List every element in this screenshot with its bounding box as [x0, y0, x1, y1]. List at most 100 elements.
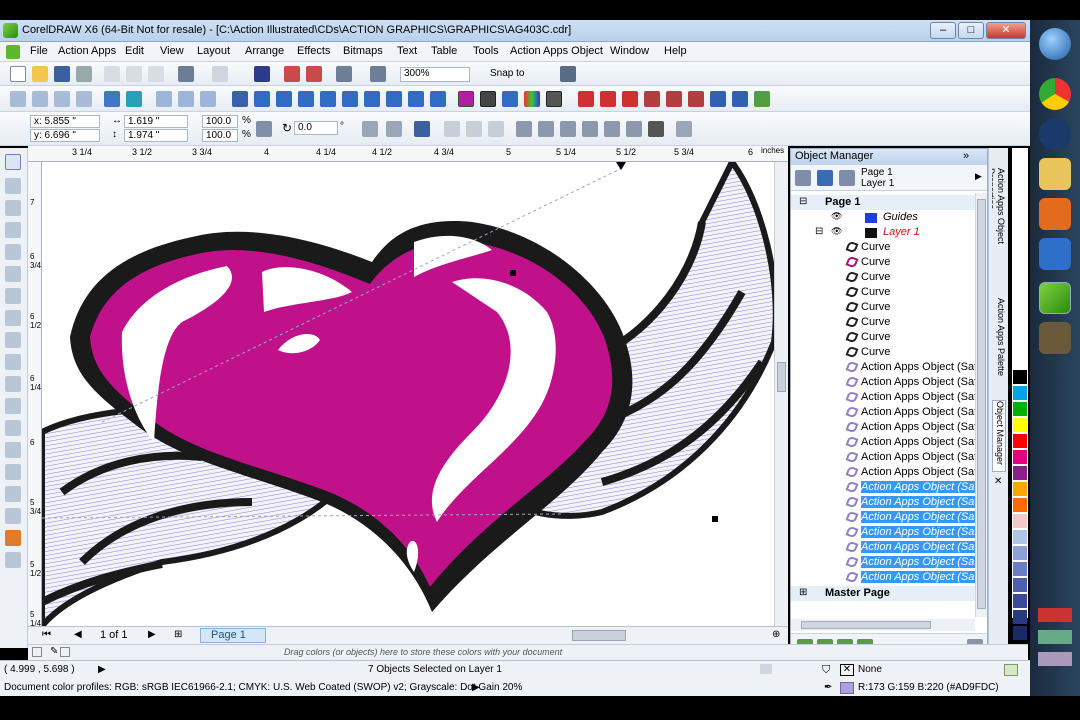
eyedropper-tool-icon[interactable]: [5, 486, 21, 502]
color-swatch[interactable]: [1013, 450, 1027, 464]
weld-icon[interactable]: [516, 121, 532, 137]
media-player-icon[interactable]: [1039, 198, 1071, 230]
collapse-icon[interactable]: »: [963, 149, 969, 164]
explorer-folder-icon[interactable]: [1039, 158, 1071, 190]
menu-help[interactable]: Help: [664, 45, 687, 57]
align-distribute-icon[interactable]: [676, 121, 692, 137]
color-swatch[interactable]: [1013, 626, 1027, 640]
lock-ratio-icon[interactable]: [256, 121, 272, 137]
menu-effects[interactable]: Effects: [297, 45, 330, 57]
tab-object-properties[interactable]: Action Apps Object Properties: [992, 168, 1006, 268]
tree-object-row-selected[interactable]: Action Apps Object (Satin): [791, 570, 975, 585]
tool-8-icon[interactable]: [178, 91, 194, 107]
checkmark-app-icon[interactable]: [1039, 238, 1071, 270]
tree-object-row-selected[interactable]: Action Apps Object (Satin): [791, 480, 975, 495]
boundary-icon[interactable]: [648, 121, 664, 137]
canvas-vertical-scrollbar[interactable]: [774, 162, 788, 626]
tab-action-apps-palette[interactable]: Action Apps Palette: [992, 298, 1006, 378]
tree-curve-row[interactable]: Curve: [791, 330, 975, 345]
no-fill-swatch[interactable]: [60, 647, 70, 657]
tree-curve-row[interactable]: Curve: [791, 300, 975, 315]
table-tool-icon[interactable]: [5, 398, 21, 414]
tree-master-page-row[interactable]: ⊞ Master Page: [791, 586, 975, 601]
tool-32-icon[interactable]: [732, 91, 748, 107]
eye-icon[interactable]: 👁: [831, 211, 842, 222]
trim-icon[interactable]: [538, 121, 554, 137]
menu-action-apps[interactable]: Action Apps: [58, 45, 116, 57]
tool-4-icon[interactable]: [76, 91, 92, 107]
horizontal-ruler[interactable]: 3 1/4 3 1/2 3 3/4 4 4 1/4 4 1/2 4 3/4 5 …: [28, 146, 788, 162]
object-tree-hscrollbar[interactable]: [791, 619, 975, 631]
tree-object-row-selected[interactable]: Action Apps Object (Satin): [791, 540, 975, 555]
tree-object-row[interactable]: Action Apps Object (Satin): [791, 435, 975, 450]
add-page-icon[interactable]: ⊞: [174, 629, 182, 640]
tree-curve-row[interactable]: Curve: [791, 270, 975, 285]
outline-tool-icon[interactable]: [5, 508, 21, 524]
freehand-tool-icon[interactable]: [5, 244, 21, 260]
document-color-profiles[interactable]: Document color profiles: RGB: sRGB IEC61…: [4, 682, 522, 693]
scroll-thumb[interactable]: [777, 362, 786, 392]
rectangle-tool-icon[interactable]: [5, 288, 21, 304]
drawing-canvas[interactable]: [42, 162, 774, 626]
object-tree-scrollbar[interactable]: [975, 193, 987, 617]
color-swatch[interactable]: [1013, 466, 1027, 480]
save-icon[interactable]: [54, 66, 70, 82]
zoom-tool-icon[interactable]: [5, 222, 21, 238]
search-content-icon[interactable]: [254, 66, 270, 82]
menu-bitmaps[interactable]: Bitmaps: [343, 45, 383, 57]
tool-15-icon[interactable]: [342, 91, 358, 107]
cut-icon[interactable]: [104, 66, 120, 82]
menu-edit[interactable]: Edit: [125, 45, 144, 57]
app-menu-icon[interactable]: [6, 45, 20, 59]
tree-object-row-selected[interactable]: Action Apps Object (Satin): [791, 525, 975, 540]
tree-curve-row[interactable]: Curve: [791, 240, 975, 255]
color-swatch[interactable]: [1013, 418, 1027, 432]
scroll-thumb[interactable]: [801, 621, 931, 629]
menu-table[interactable]: Table: [431, 45, 457, 57]
winged-heart-artwork[interactable]: [42, 162, 774, 626]
windows-start-icon[interactable]: [1039, 28, 1071, 60]
tool-5-icon[interactable]: [104, 91, 120, 107]
play-icon[interactable]: ▶: [98, 664, 106, 675]
tool-6-icon[interactable]: [126, 91, 142, 107]
zoom-navigator-icon[interactable]: ⊕: [772, 629, 780, 640]
tool-28-icon[interactable]: [644, 91, 660, 107]
tree-object-row[interactable]: Action Apps Object (Satin): [791, 375, 975, 390]
tool-7-icon[interactable]: [156, 91, 172, 107]
options-icon[interactable]: [839, 170, 855, 186]
app-taskbar-icon[interactable]: [1039, 322, 1071, 354]
options-icon[interactable]: [560, 66, 576, 82]
scroll-thumb[interactable]: [977, 199, 986, 609]
application-launcher-icon[interactable]: [336, 66, 352, 82]
intersect-icon[interactable]: [560, 121, 576, 137]
tree-curve-row[interactable]: Curve: [791, 345, 975, 360]
tool-31-icon[interactable]: [710, 91, 726, 107]
horizontal-scroll-thumb[interactable]: [572, 630, 626, 641]
tool-21-icon[interactable]: [480, 91, 496, 107]
tool-11-icon[interactable]: [254, 91, 270, 107]
menu-text[interactable]: Text: [397, 45, 417, 57]
front-minus-back-icon[interactable]: [604, 121, 620, 137]
tool-10-icon[interactable]: [232, 91, 248, 107]
first-page-icon[interactable]: ⏮: [42, 629, 51, 640]
basic-shapes-tool-icon[interactable]: [5, 354, 21, 370]
tool-20-icon[interactable]: [458, 91, 474, 107]
next-page-icon[interactable]: ▶: [148, 629, 156, 640]
hp-icon[interactable]: [1039, 118, 1071, 150]
new-icon[interactable]: [10, 66, 26, 82]
view-options-icon[interactable]: [795, 170, 811, 186]
text-tool-icon[interactable]: [5, 376, 21, 392]
tool-17-icon[interactable]: [386, 91, 402, 107]
tray-icon[interactable]: [1038, 652, 1072, 666]
tree-object-row[interactable]: Action Apps Object (Satin): [791, 465, 975, 480]
tool-18-icon[interactable]: [408, 91, 424, 107]
combine-icon[interactable]: [488, 121, 504, 137]
width-field[interactable]: 1.619 ": [124, 115, 188, 128]
redo-icon[interactable]: [212, 66, 228, 82]
group-icon[interactable]: [414, 121, 430, 137]
color-swatch[interactable]: [1013, 434, 1027, 448]
close-button[interactable]: ✕: [986, 22, 1026, 39]
tray-icon[interactable]: [1038, 630, 1072, 644]
tab-object-manager[interactable]: Object Manager: [992, 400, 1006, 472]
tool-16-icon[interactable]: [364, 91, 380, 107]
